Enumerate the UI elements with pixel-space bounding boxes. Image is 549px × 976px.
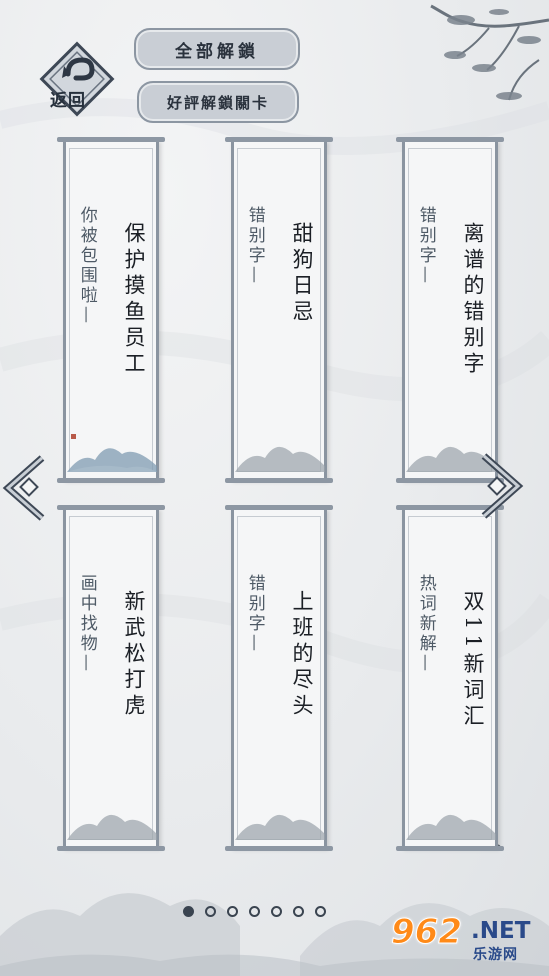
level-category: 错别字— [244,206,265,286]
level-category: 画中找物— [76,574,97,674]
level-title: 甜狗日忌 [290,222,314,326]
ink-hills-icon [235,446,325,472]
page-dot[interactable] [183,906,194,917]
watermark-site-name: 乐游网 [473,947,518,963]
scroll-rod [57,846,165,851]
back-button[interactable]: 返回 [38,40,116,118]
site-watermark-logo: 962 .NET 乐游网 [391,912,541,970]
scroll-rod [225,478,333,483]
level-title: 离谱的错别字 [461,222,485,378]
watermark-domain: .NET [471,918,531,944]
blue-hills-icon [67,448,157,472]
ink-hills-icon [67,814,157,840]
scroll-rod [396,137,504,142]
page-dot[interactable] [205,906,216,917]
level-category: 错别字— [244,574,265,654]
scroll-rod [57,505,165,510]
level-card-4[interactable]: 新武松打虎 画中找物— [57,505,165,851]
next-page-button[interactable] [478,452,524,520]
chevron-left-icon [2,455,45,521]
pagination-dots [183,906,326,917]
ink-hills-icon [406,814,496,840]
level-card-5[interactable]: 上班的尽头 错别字— [225,505,333,851]
level-title: 保护摸鱼员工 [122,222,146,378]
level-title: 上班的尽头 [290,590,314,720]
level-title: 新武松打虎 [122,590,146,720]
scroll-rod [396,846,504,851]
level-card-1[interactable]: 保护摸鱼员工 你被包围啦— [57,137,165,483]
pine-branch-decoration [430,4,549,101]
page-dot[interactable] [271,906,282,917]
page-dot[interactable] [249,906,260,917]
review-unlock-label: 好評解鎖關卡 [166,93,269,112]
previous-page-button[interactable] [2,454,48,522]
level-category: 热词新解— [415,574,436,674]
scroll-rod [57,478,165,483]
scroll-rod [225,137,333,142]
scroll-rod [225,505,333,510]
watermark-number: 962 [391,912,463,953]
level-card-3[interactable]: 离谱的错别字 错别字— [396,137,504,483]
unlock-all-label: 全部解鎖 [175,41,259,62]
level-card-6[interactable]: 双11新词汇 热词新解— [396,505,504,851]
scroll-rod [225,846,333,851]
page-dot[interactable] [227,906,238,917]
unlock-all-button[interactable]: 全部解鎖 [134,28,300,70]
level-category: 错别字— [415,206,436,286]
scroll-rod [57,137,165,142]
chevron-right-icon [481,453,524,519]
page-dot[interactable] [293,906,304,917]
review-unlock-button[interactable]: 好評解鎖關卡 [137,81,299,123]
ink-hills-icon [235,814,325,840]
level-category: 你被包围啦— [76,206,97,326]
page-dot[interactable] [315,906,326,917]
back-label: 返回 [50,91,86,111]
level-title: 双11新词汇 [461,590,485,731]
level-card-2[interactable]: 甜狗日忌 错别字— [225,137,333,483]
